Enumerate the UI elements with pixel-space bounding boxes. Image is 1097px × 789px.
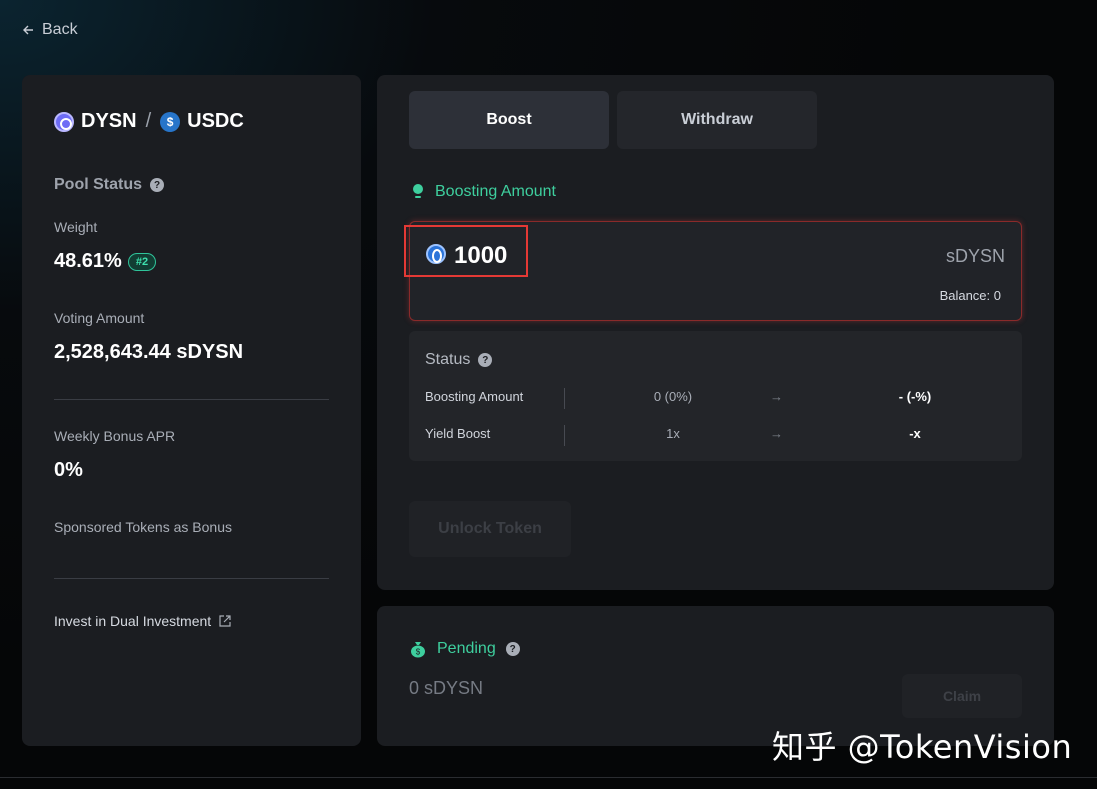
status-row: Boosting Amount 0 (0%) → - (-%) [425, 388, 1006, 409]
arrow-left-icon [23, 25, 33, 35]
row-next: -x [909, 426, 921, 441]
pool-status-heading: Pool Status ? [54, 176, 165, 194]
external-link-icon [219, 615, 231, 627]
amount-input-box[interactable]: sDYSN Balance: 0 [404, 221, 1022, 321]
status-heading: Status ? [425, 351, 493, 369]
amount-unit: sDYSN [945, 246, 1005, 266]
money-bag-icon: $ [411, 642, 425, 658]
arrow-right-icon: → [770, 426, 783, 441]
highlight-box [404, 225, 528, 277]
usdc-token-icon: $ [160, 111, 181, 132]
divider [54, 399, 329, 400]
status-label: Status [425, 351, 471, 368]
row-next: - (-%) [898, 389, 932, 404]
watermark: 知乎 @TokenVision [772, 728, 1073, 766]
boosting-amount-title: Boosting Amount [435, 183, 556, 200]
pending-heading: $ Pending ? [409, 640, 520, 658]
weight-label: Weight [54, 219, 98, 235]
weekly-apr-value: 0% [54, 459, 83, 481]
status-box: Status ? Boosting Amount 0 (0%) → - (-%)… [409, 331, 1022, 461]
help-icon[interactable]: ? [478, 353, 493, 367]
svg-text:$: $ [416, 648, 421, 657]
row-label: Boosting Amount [425, 389, 524, 404]
pool-pair-title: DYSN / $ USDC [54, 110, 244, 133]
pending-title: Pending [437, 640, 496, 657]
bulb-icon [413, 184, 423, 198]
pending-value: 0 sDYSN [409, 678, 484, 698]
tab-withdraw[interactable]: Withdraw [617, 91, 817, 149]
divider [54, 578, 329, 579]
weekly-apr-label: Weekly Bonus APR [54, 428, 176, 444]
help-icon[interactable]: ? [505, 642, 520, 656]
row-current: 0 (0%) [653, 389, 693, 404]
balance-text: Balance: 0 [939, 288, 1001, 303]
unlock-token-button[interactable]: Unlock Token [409, 501, 571, 557]
weight-value: 48.61% [54, 250, 122, 272]
status-row: Yield Boost 1x → -x [425, 425, 1006, 446]
invest-dual-link[interactable]: Invest in Dual Investment [54, 613, 231, 629]
invest-link-label: Invest in Dual Investment [54, 613, 212, 629]
row-label: Yield Boost [425, 426, 491, 441]
rank-badge: #2 [127, 252, 157, 271]
claim-button[interactable]: Claim [902, 674, 1022, 718]
boost-panel: Boost Withdraw Boosting Amount sDYSN Bal… [377, 75, 1054, 590]
token-b-label: USDC [187, 110, 244, 132]
back-label: Back [42, 21, 78, 38]
row-current: 1x [666, 426, 680, 441]
back-button[interactable]: Back [22, 21, 78, 39]
token-a-label: DYSN [81, 110, 137, 132]
help-icon[interactable]: ? [150, 178, 165, 192]
dysn-token-icon [54, 111, 74, 132]
sponsored-tokens-label: Sponsored Tokens as Bonus [54, 519, 232, 535]
arrow-right-icon: → [770, 389, 783, 404]
weight-value-row: 48.61% #2 [54, 250, 157, 273]
row-separator [564, 425, 565, 446]
boosting-amount-heading: Boosting Amount [411, 183, 556, 201]
tab-boost[interactable]: Boost [409, 91, 609, 149]
bottom-divider [0, 777, 1097, 778]
pair-separator: / [145, 110, 152, 132]
row-separator [564, 388, 565, 409]
voting-amount-value: 2,528,643.44 sDYSN [54, 341, 244, 363]
voting-amount-label: Voting Amount [54, 310, 145, 326]
pool-status-label: Pool Status [54, 176, 143, 193]
